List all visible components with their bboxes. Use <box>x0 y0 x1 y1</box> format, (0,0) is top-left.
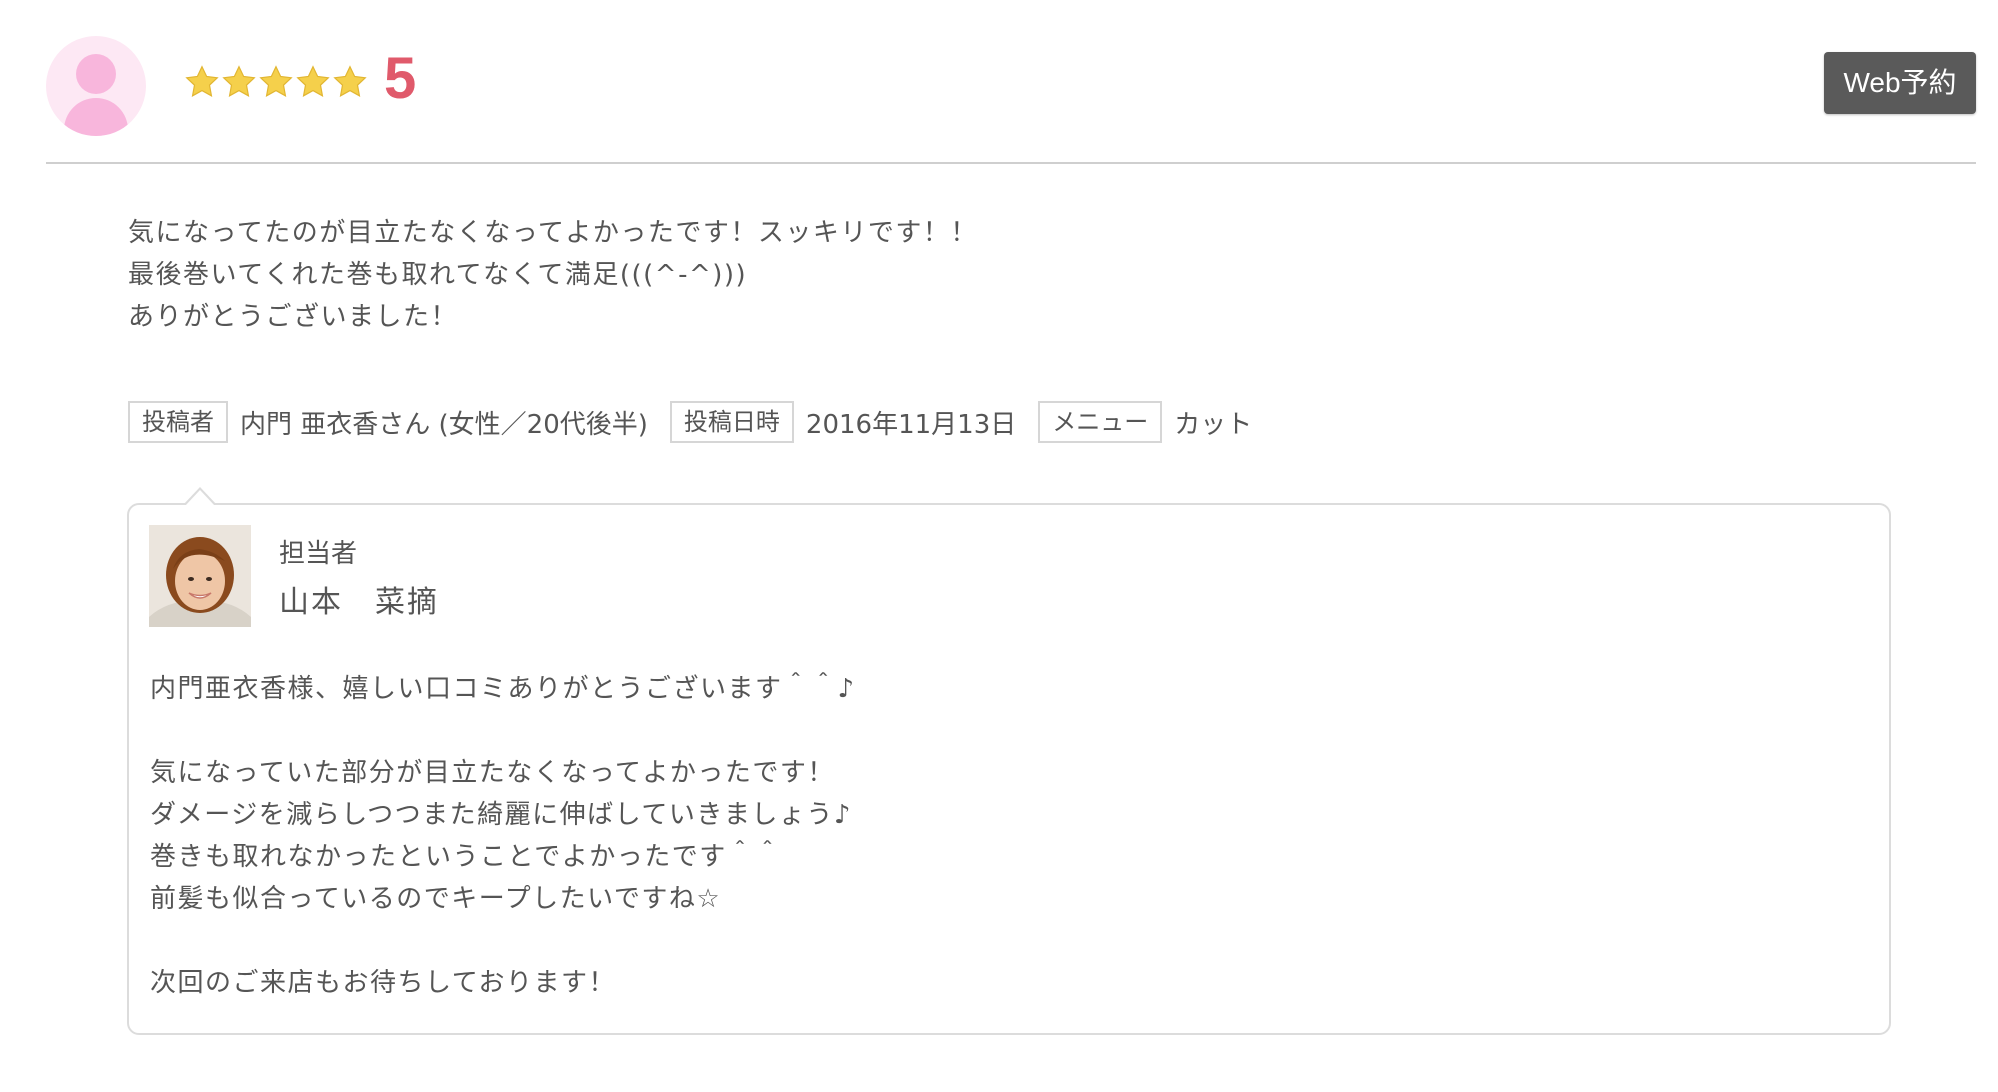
star-icon <box>259 65 293 97</box>
reply-line: ダメージを減らしつつまた綺麗に伸ばしていきましょう♪ <box>150 800 852 830</box>
reply-line: 内門亜衣香様、嬉しい口コミありがとうございます＾＾♪ <box>150 674 856 704</box>
staff-photo <box>149 525 251 627</box>
star-rating <box>184 64 368 100</box>
star-icon <box>185 65 219 97</box>
review-header: 5 Web予約 <box>46 34 1976 164</box>
staff-name: 山本 菜摘 <box>279 585 439 620</box>
star-icon <box>296 65 330 97</box>
reply-line: 次回のご来店もお待ちしております！ <box>150 968 616 998</box>
review-card: 5 Web予約 気になってたのが目立たなくなってよかったです！スッキリです！！ … <box>0 0 1998 1092</box>
staff-reply: 担当者 山本 菜摘 内門亜衣香様、嬉しい口コミありがとうございます＾＾♪ 気にな… <box>127 487 1891 1035</box>
reply-line <box>150 920 856 962</box>
post-date-tag: 投稿日時 <box>669 401 794 443</box>
post-date-value: 2016年11月13日 <box>805 409 1017 440</box>
review-meta: 投稿者 内門 亜衣香さん (女性／20代後半) 投稿日時 2016年11月13日… <box>128 400 1274 444</box>
review-line: ありがとうございました！ <box>128 302 459 332</box>
review-line: 気になってたのが目立たなくなってよかったです！スッキリです！！ <box>128 218 978 248</box>
review-body: 気になってたのが目立たなくなってよかったです！スッキリです！！ 最後巻いてくれた… <box>128 212 978 338</box>
reply-line: 前髪も似合っているのでキープしたいですね☆ <box>150 884 722 914</box>
menu-value: カット <box>1174 409 1253 440</box>
menu-tag: メニュー <box>1038 401 1163 443</box>
rating-score: 5 <box>384 46 417 111</box>
poster-tag: 投稿者 <box>128 401 228 443</box>
reply-body: 内門亜衣香様、嬉しい口コミありがとうございます＾＾♪ 気になっていた部分が目立た… <box>150 668 856 1004</box>
reply-line: 巻きも取れなかったということでよかったです＾＾ <box>150 842 782 872</box>
staff-label: 担当者 <box>279 539 358 569</box>
review-line: 最後巻いてくれた巻も取れてなくて満足(((^-^))) <box>128 260 748 290</box>
star-icon <box>333 65 367 97</box>
reply-line <box>150 710 856 752</box>
poster-value: 内門 亜衣香さん (女性／20代後半) <box>240 409 648 440</box>
star-icon <box>222 65 256 97</box>
web-reservation-button[interactable]: Web予約 <box>1824 52 1976 114</box>
staff-portrait-icon <box>149 525 251 627</box>
reply-line: 気になっていた部分が目立たなくなってよかったです！ <box>150 758 835 788</box>
user-avatar-icon <box>46 36 146 136</box>
